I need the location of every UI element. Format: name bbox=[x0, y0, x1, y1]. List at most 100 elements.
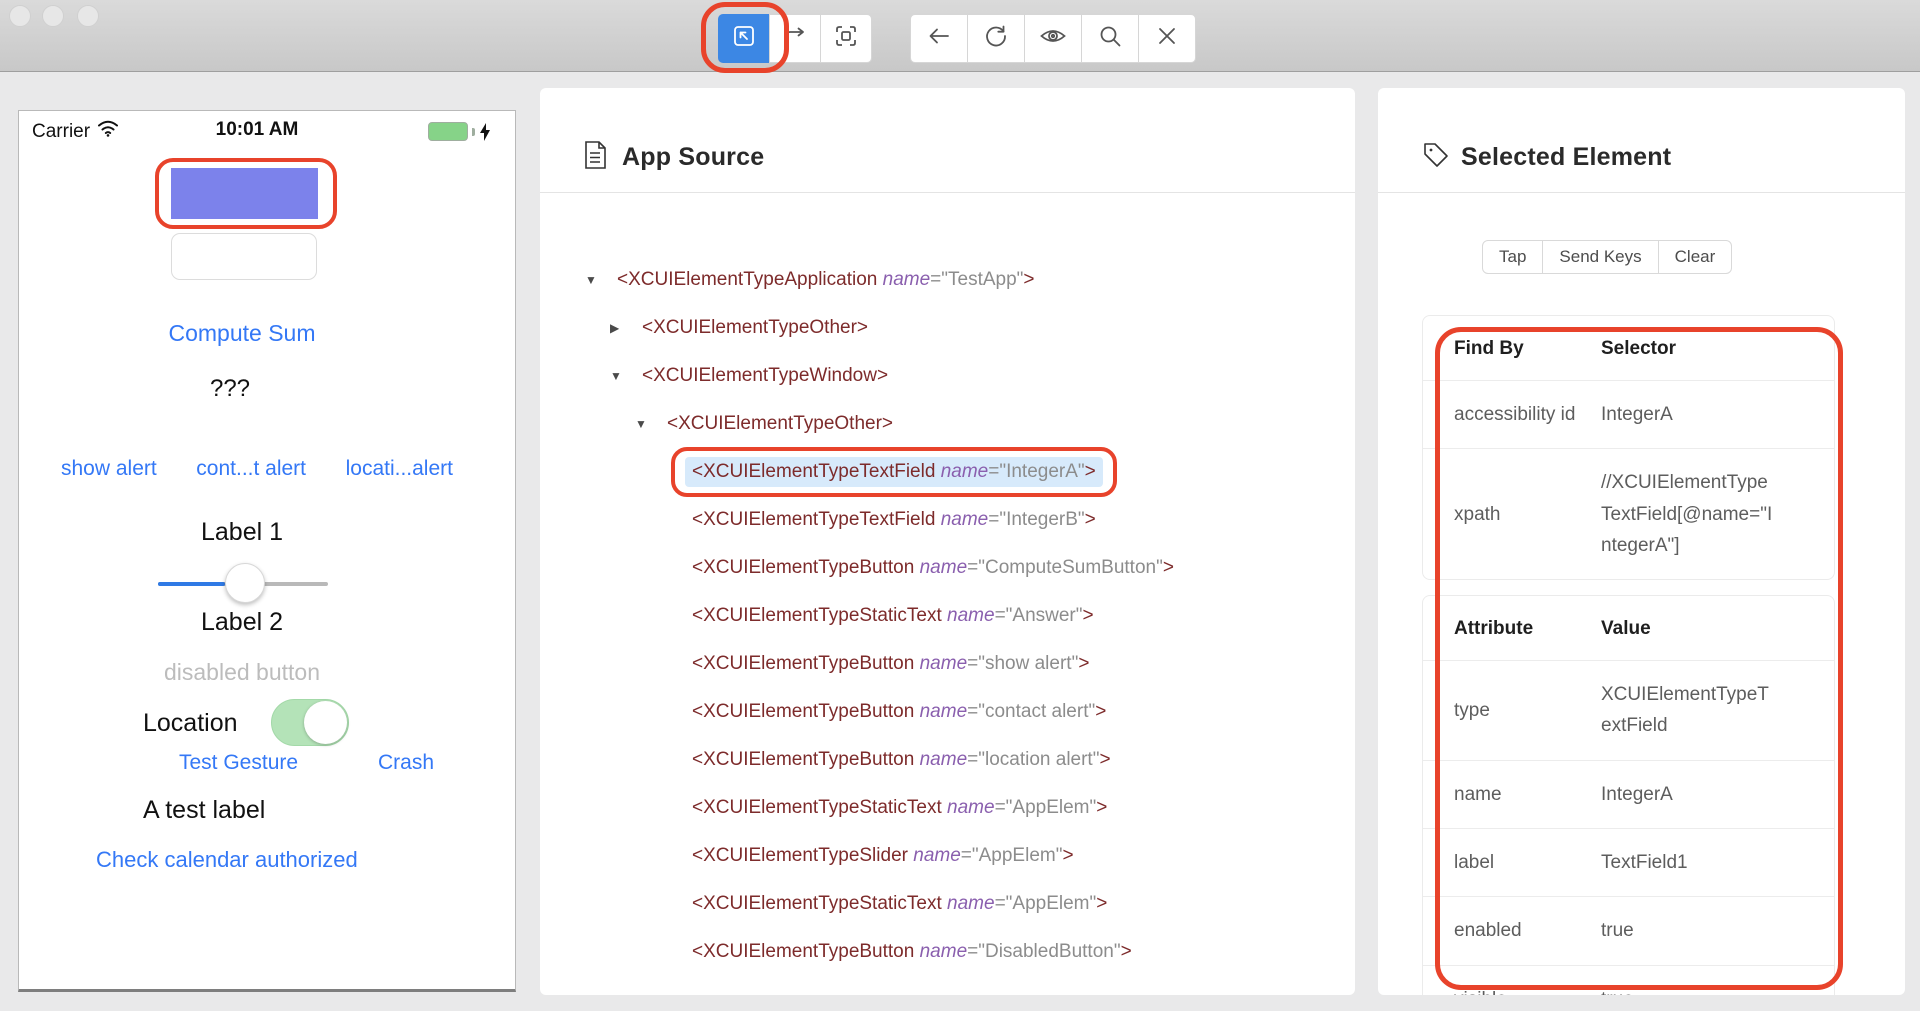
table-header: Value bbox=[1601, 596, 1834, 661]
close-icon bbox=[1154, 23, 1180, 54]
tree-node-xml[interactable]: <XCUIElementTypeTextField name="IntegerB… bbox=[685, 505, 1103, 535]
crash-button[interactable]: Crash bbox=[378, 751, 434, 775]
row-label: xpath bbox=[1423, 449, 1601, 580]
table-header: Find By bbox=[1423, 316, 1601, 381]
table-row: nameIntegerA bbox=[1423, 760, 1834, 828]
find-by-card: Find BySelectoraccessibility idIntegerAx… bbox=[1422, 315, 1835, 580]
tree-node-xml[interactable]: <XCUIElementTypeButton name="ComputeSumB… bbox=[685, 553, 1181, 583]
table-row: accessibility idIntegerA bbox=[1423, 381, 1834, 449]
select-elements-button[interactable] bbox=[718, 14, 770, 63]
quit-session-button[interactable] bbox=[1138, 14, 1196, 63]
tree-node[interactable]: <XCUIElementTypeStaticText name="AppElem… bbox=[540, 880, 1355, 928]
row-value: true bbox=[1601, 897, 1834, 965]
textfield-integer-b[interactable] bbox=[171, 233, 317, 280]
document-icon bbox=[582, 140, 608, 175]
screenshot-button[interactable] bbox=[1024, 14, 1082, 63]
selected-element-title: Selected Element bbox=[1461, 143, 1671, 172]
table-header: Attribute bbox=[1423, 596, 1601, 661]
table-row: labelTextField1 bbox=[1423, 829, 1834, 897]
statusbar-time: 10:01 AM bbox=[19, 119, 495, 141]
tap-button[interactable]: Tap bbox=[1482, 240, 1543, 274]
location-label: Location bbox=[143, 709, 238, 738]
back-button[interactable] bbox=[910, 14, 968, 63]
compute-sum-button[interactable]: Compute Sum bbox=[92, 320, 392, 347]
table-row: xpath//XCUIElementTypeTextField[@name="I… bbox=[1423, 449, 1834, 580]
tree-node-xml[interactable]: <XCUIElementTypeTextField name="IntegerA… bbox=[685, 457, 1103, 487]
slider-thumb[interactable] bbox=[225, 563, 265, 603]
tap-coordinates-icon bbox=[833, 23, 859, 54]
close-window-button[interactable] bbox=[9, 5, 31, 27]
tree-node[interactable]: <XCUIElementTypeStaticText name="Answer"… bbox=[540, 592, 1355, 640]
tag-icon bbox=[1422, 141, 1450, 174]
disabled-button: disabled button bbox=[92, 659, 392, 686]
tree-node-xml[interactable]: <XCUIElementTypeButton name="contact ale… bbox=[685, 697, 1113, 727]
tree-node[interactable]: ▼<XCUIElementTypeApplication name="TestA… bbox=[540, 256, 1355, 304]
expander-down-icon[interactable]: ▼ bbox=[585, 273, 610, 287]
tree-node-xml[interactable]: <XCUIElementTypeStaticText name="AppElem… bbox=[685, 889, 1114, 919]
row-label: visible bbox=[1423, 965, 1601, 995]
tree-node[interactable]: ▼<XCUIElementTypeWindow> bbox=[540, 352, 1355, 400]
row-value: IntegerA bbox=[1601, 381, 1834, 449]
check-calendar-button[interactable]: Check calendar authorized bbox=[96, 847, 358, 873]
tree-node-xml[interactable]: <XCUIElementTypeButton name="DisabledBut… bbox=[685, 937, 1139, 967]
tree-node-xml[interactable]: <XCUIElementTypeApplication name="TestAp… bbox=[610, 265, 1042, 295]
tree-node[interactable]: <XCUIElementTypeSlider name="AppElem"> bbox=[540, 832, 1355, 880]
row-value: //XCUIElementTypeTextField[@name="Intege… bbox=[1601, 449, 1834, 580]
tree-node-xml[interactable]: <XCUIElementTypeStaticText name="AppElem… bbox=[685, 793, 1114, 823]
interaction-mode-group bbox=[718, 14, 872, 63]
device-screenshot[interactable]: Carrier 10:01 AM Compute Sum ??? show al… bbox=[18, 110, 516, 992]
selected-element-panel: Selected Element Tap Send Keys Clear Fin… bbox=[1378, 88, 1905, 995]
tree-node-xml[interactable]: <XCUIElementTypeButton name="show alert"… bbox=[685, 649, 1096, 679]
tree-node[interactable]: <XCUIElementTypeButton name="ComputeSumB… bbox=[540, 544, 1355, 592]
tree-node[interactable]: ▼<XCUIElementTypeOther> bbox=[540, 400, 1355, 448]
back-icon bbox=[926, 23, 952, 54]
refresh-button[interactable] bbox=[967, 14, 1025, 63]
expander-down-icon[interactable]: ▼ bbox=[635, 417, 660, 431]
tree-node[interactable]: <XCUIElementTypeButton name="location al… bbox=[540, 736, 1355, 784]
session-actions-group bbox=[910, 14, 1196, 63]
zoom-window-button[interactable] bbox=[77, 5, 99, 27]
clear-button[interactable]: Clear bbox=[1658, 240, 1733, 274]
refresh-icon bbox=[983, 23, 1009, 54]
tree-node[interactable]: <XCUIElementTypeButton name="DisabledBut… bbox=[540, 928, 1355, 976]
select-elements-icon bbox=[731, 23, 757, 54]
location-toggle[interactable] bbox=[271, 699, 349, 746]
test-label: A test label bbox=[143, 796, 265, 825]
row-label: enabled bbox=[1423, 897, 1601, 965]
tree-node[interactable]: <XCUIElementTypeStaticText name="AppElem… bbox=[540, 784, 1355, 832]
tap-by-coordinates-button[interactable] bbox=[820, 14, 872, 63]
slider-fill bbox=[158, 582, 225, 586]
textfield-integer-a[interactable] bbox=[171, 168, 318, 219]
tree-node[interactable]: <XCUIElementTypeTextField name="IntegerB… bbox=[540, 496, 1355, 544]
test-gesture-button[interactable]: Test Gesture bbox=[179, 751, 298, 775]
source-tree: ▼<XCUIElementTypeApplication name="TestA… bbox=[540, 256, 1355, 976]
tree-node[interactable]: <XCUIElementTypeTextField name="IntegerA… bbox=[540, 448, 1355, 496]
show-alert-button[interactable]: show alert bbox=[61, 457, 157, 481]
expander-right-icon[interactable]: ▶ bbox=[610, 321, 635, 335]
attribute-table: AttributeValuetypeXCUIElementTypeTextFie… bbox=[1423, 596, 1834, 995]
window-titlebar bbox=[0, 0, 1920, 72]
tree-node-xml[interactable]: <XCUIElementTypeWindow> bbox=[635, 361, 895, 391]
tree-node[interactable]: <XCUIElementTypeButton name="show alert"… bbox=[540, 640, 1355, 688]
swipe-by-coordinates-button[interactable] bbox=[769, 14, 821, 63]
tree-node-xml[interactable]: <XCUIElementTypeSlider name="AppElem"> bbox=[685, 841, 1081, 871]
tree-node[interactable]: <XCUIElementTypeButton name="contact ale… bbox=[540, 688, 1355, 736]
tree-node-xml[interactable]: <XCUIElementTypeOther> bbox=[635, 313, 875, 343]
location-alert-button[interactable]: locati...alert bbox=[346, 457, 453, 481]
battery-charging-icon bbox=[428, 122, 491, 141]
row-label: type bbox=[1423, 661, 1601, 761]
tree-node-xml[interactable]: <XCUIElementTypeButton name="location al… bbox=[685, 745, 1118, 775]
search-button[interactable] bbox=[1081, 14, 1139, 63]
contact-alert-button[interactable]: cont...t alert bbox=[196, 457, 306, 481]
send-keys-button[interactable]: Send Keys bbox=[1542, 240, 1658, 274]
screenshot-eye-icon bbox=[1039, 23, 1067, 54]
tree-node-xml[interactable]: <XCUIElementTypeStaticText name="Answer"… bbox=[685, 601, 1101, 631]
minimize-window-button[interactable] bbox=[42, 5, 64, 27]
expander-down-icon[interactable]: ▼ bbox=[610, 369, 635, 383]
tree-node-xml[interactable]: <XCUIElementTypeOther> bbox=[660, 409, 900, 439]
row-label: label bbox=[1423, 829, 1601, 897]
search-icon bbox=[1097, 23, 1123, 54]
row-value: true bbox=[1601, 965, 1834, 995]
tree-node[interactable]: ▶<XCUIElementTypeOther> bbox=[540, 304, 1355, 352]
attribute-card: AttributeValuetypeXCUIElementTypeTextFie… bbox=[1422, 595, 1835, 995]
